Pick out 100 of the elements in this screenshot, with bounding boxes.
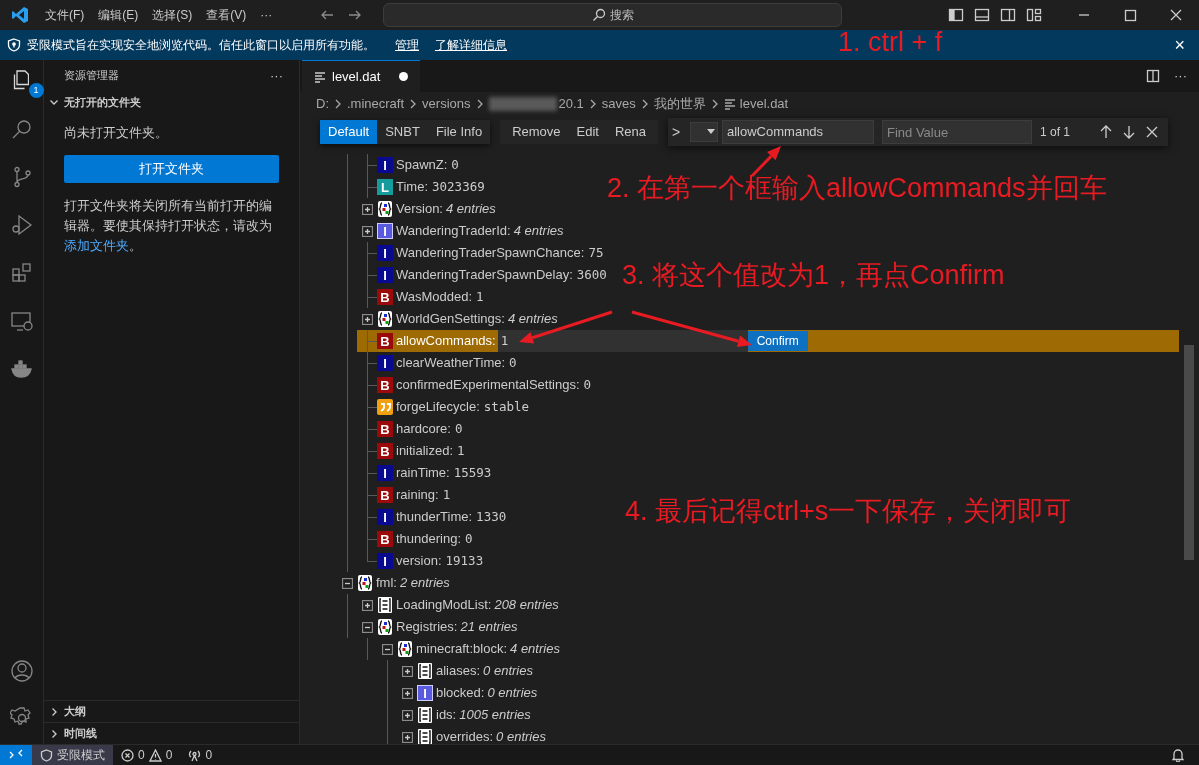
- add-folder-link[interactable]: 添加文件夹: [64, 237, 129, 253]
- notification-badge: 1: [28, 83, 44, 98]
- value-input[interactable]: 1: [497, 330, 748, 352]
- value-text: 19133: [445, 551, 484, 570]
- confirm-button[interactable]: Confirm: [747, 331, 808, 351]
- expand-toggle-icon[interactable]: [401, 687, 413, 699]
- value-text: 0: [509, 353, 517, 372]
- breadcrumb-item[interactable]: level.dat: [739, 94, 789, 114]
- chevron-right-icon: [333, 98, 343, 110]
- breadcrumb-item[interactable]: versions: [422, 94, 471, 114]
- byte-tag-icon: B: [377, 487, 393, 503]
- find-name-field[interactable]: allowCommands: [722, 120, 874, 144]
- menu-item[interactable]: 查看(V): [199, 6, 254, 24]
- view-tab[interactable]: SNBT: [377, 120, 428, 144]
- toggle-panel-icon[interactable]: [974, 7, 991, 23]
- toggle-sidebar-icon[interactable]: [948, 7, 965, 23]
- arrow-down-icon[interactable]: [1121, 124, 1137, 140]
- expand-toggle-icon[interactable]: [361, 599, 373, 611]
- account-icon[interactable]: [9, 659, 34, 683]
- ports-status[interactable]: 0: [180, 746, 221, 764]
- entries-count: 21 entries: [460, 618, 518, 637]
- problems-status[interactable]: 0 0: [113, 746, 181, 764]
- key-label: WanderingTraderId:: [396, 222, 511, 241]
- extensions-icon[interactable]: [9, 261, 34, 285]
- open-folder-hint: 打开文件夹将关闭所有当前打开的编辑器。要使其保持打开状态，请改为 添加文件夹。: [63, 196, 273, 255]
- int-tag-icon: I: [377, 355, 393, 371]
- breadcrumb-item[interactable]: D:: [316, 94, 329, 114]
- close-banner-button[interactable]: ×: [1174, 36, 1185, 54]
- tag-type-dropdown[interactable]: [690, 122, 718, 142]
- key-label: aliases:: [436, 662, 481, 681]
- breadcrumb-item[interactable]: saves: [601, 94, 636, 114]
- explorer-files-icon[interactable]: [12, 70, 29, 90]
- expand-toggle-icon[interactable]: [361, 225, 373, 237]
- expand-toggle-icon[interactable]: [361, 313, 373, 325]
- notifications-bell-icon[interactable]: [1171, 748, 1185, 762]
- string-tag-icon: [377, 399, 393, 415]
- entries-count: 1005 entries: [459, 706, 531, 725]
- banner-link[interactable]: 了解详细信息: [435, 36, 507, 54]
- file-lines-icon: [723, 98, 736, 110]
- banner-link[interactable]: 管理: [395, 36, 419, 54]
- key-label: WanderingTraderSpawnChance:: [396, 244, 585, 263]
- breadcrumb-item[interactable]: .minecraft: [347, 94, 405, 114]
- close-icon[interactable]: [1144, 124, 1160, 140]
- key-label: Time:: [396, 178, 429, 197]
- scrollbar-thumb[interactable]: [1184, 345, 1194, 560]
- collapse-toggle-icon[interactable]: [361, 621, 373, 633]
- layout-icon[interactable]: [1026, 7, 1043, 23]
- run-debug-icon[interactable]: [9, 213, 34, 237]
- expand-chevron[interactable]: >: [672, 121, 686, 143]
- arrow-up-icon[interactable]: [1098, 124, 1114, 140]
- breadcrumb-item[interactable]: 我的世界: [653, 94, 706, 114]
- remote-indicator-icon[interactable]: [0, 744, 32, 765]
- collapsed-panel-header[interactable]: 大纲: [44, 700, 299, 722]
- byte-tag-icon: B: [377, 421, 393, 437]
- key-label: thunderTime:: [396, 508, 473, 527]
- more-actions-button[interactable]: ···: [1174, 66, 1187, 86]
- annotation-text: 3. 将这个值改为1，再点Confirm: [622, 259, 1005, 292]
- empty-folder-message: 尚未打开文件夹。: [63, 124, 169, 142]
- int-tag-icon: I: [377, 267, 393, 283]
- key-label: ids:: [436, 706, 457, 725]
- menu-item[interactable]: ···: [253, 6, 280, 24]
- open-folder-button[interactable]: 打开文件夹: [64, 154, 279, 183]
- menu-item[interactable]: 编辑(E): [91, 6, 146, 24]
- compound-tag-icon: [377, 618, 393, 636]
- expand-toggle-icon[interactable]: [401, 665, 413, 677]
- restricted-mode-status[interactable]: 受限模式: [32, 744, 113, 765]
- section-header[interactable]: 无打开的文件夹: [44, 91, 299, 113]
- menu-item[interactable]: 选择(S): [145, 6, 200, 24]
- remote-explorer-icon[interactable]: [9, 309, 34, 333]
- value-text: 75: [588, 243, 604, 262]
- key-label: WorldGenSettings:: [396, 310, 505, 329]
- toolbar-button[interactable]: Rena: [606, 120, 655, 144]
- key-label: forgeLifecycle:: [396, 398, 480, 417]
- more-actions-button[interactable]: ···: [270, 65, 283, 86]
- editor-tab[interactable]: level.dat: [302, 60, 420, 92]
- collapse-toggle-icon[interactable]: [341, 577, 353, 589]
- entries-count: 0 entries: [496, 728, 546, 744]
- expand-toggle-icon[interactable]: [401, 731, 413, 743]
- value-text: 0: [583, 375, 592, 394]
- toggle-secondary-sidebar-icon[interactable]: [1000, 7, 1017, 23]
- docker-icon[interactable]: [9, 357, 34, 381]
- expand-toggle-icon[interactable]: [401, 709, 413, 721]
- collapse-toggle-icon[interactable]: [381, 643, 393, 655]
- view-tab[interactable]: Default: [320, 120, 378, 144]
- search-field[interactable]: 搜索: [383, 3, 843, 27]
- menu-item[interactable]: 文件(F): [38, 6, 92, 24]
- key-label: WasModded:: [396, 288, 473, 307]
- view-tab[interactable]: File Info: [427, 120, 491, 144]
- split-editor-icon[interactable]: [1146, 69, 1160, 83]
- value-text: 0: [465, 529, 473, 548]
- expand-toggle-icon[interactable]: [361, 203, 373, 215]
- value-text: 1: [457, 441, 465, 460]
- annotation-text: 1. ctrl + f: [838, 26, 943, 59]
- byte-tag-icon: B: [377, 443, 393, 459]
- toolbar-button[interactable]: Remove: [504, 120, 569, 144]
- breadcrumb-item[interactable]: 20.1: [558, 94, 584, 114]
- toolbar-button[interactable]: Edit: [568, 120, 607, 144]
- entries-count: 4 entries: [446, 200, 496, 219]
- annotation-text: 4. 最后记得ctrl+s一下保存，关闭即可: [625, 495, 1072, 528]
- find-value-field[interactable]: Find Value: [882, 120, 1032, 144]
